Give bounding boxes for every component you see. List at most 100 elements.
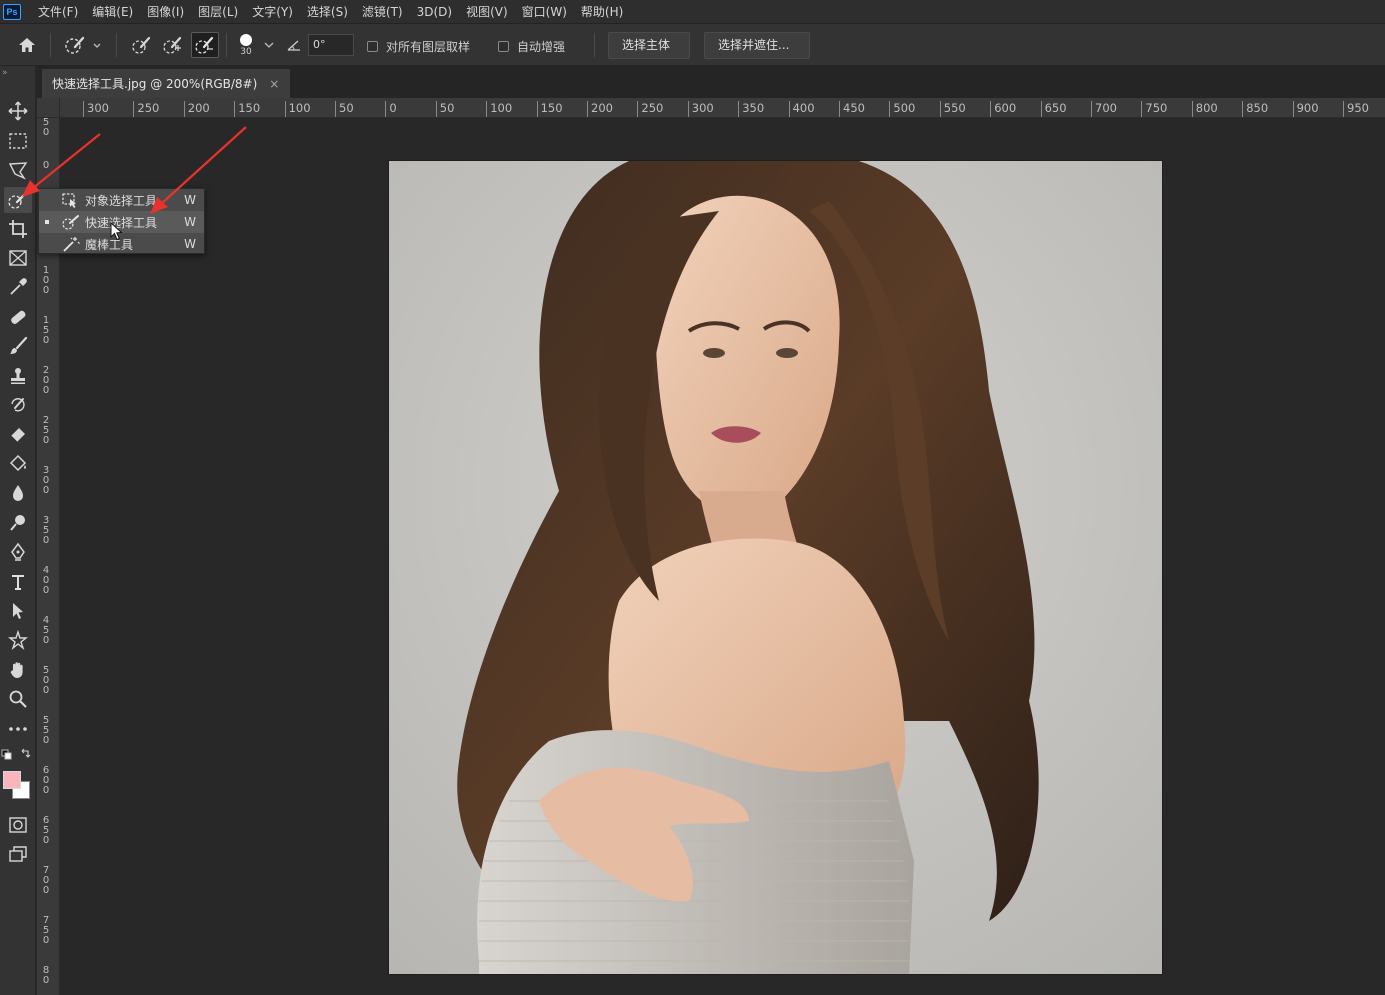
menu-filter[interactable]: 滤镜(T): [355, 0, 410, 24]
lasso-tool[interactable]: [4, 157, 32, 183]
quick-mask-button[interactable]: [4, 812, 32, 838]
frame-icon: [9, 250, 27, 266]
brush-size-value: 30: [240, 46, 252, 57]
select-subject-button[interactable]: 选择主体: [608, 32, 690, 59]
menu-edit[interactable]: 编辑(E): [85, 0, 140, 24]
collapse-toolbar-icon[interactable]: »: [2, 68, 8, 78]
move-tool[interactable]: [4, 98, 32, 124]
ruler-tick-label: 100: [486, 101, 512, 117]
screen-mode-icon: [9, 846, 27, 862]
crop-icon: [9, 220, 27, 238]
ruler-tick-label: 550: [939, 101, 966, 117]
eyedropper-tool[interactable]: [4, 274, 32, 300]
hand-tool[interactable]: [4, 657, 32, 683]
ruler-tick-label: 8 0: [42, 965, 50, 986]
paint-bucket-tool[interactable]: [4, 451, 32, 477]
dodge-tool[interactable]: [4, 510, 32, 536]
crop-tool[interactable]: [4, 216, 32, 242]
subtract-from-selection-button[interactable]: [191, 32, 219, 58]
custom-shape-tool[interactable]: [4, 627, 32, 653]
ruler-tick-label: 5 0: [42, 118, 50, 138]
flyout-object-selection-tool[interactable]: 对象选择工具 W: [39, 189, 204, 211]
menu-bar: Ps 文件(F) 编辑(E) 图像(I) 图层(L) 文字(Y) 选择(S) 滤…: [0, 0, 1385, 24]
separator: [594, 33, 595, 57]
default-swap-colors-icon: [1, 748, 31, 760]
menu-layer[interactable]: 图层(L): [191, 0, 245, 24]
ruler-tick-label: 150: [234, 101, 260, 117]
paint-bucket-icon: [9, 454, 27, 472]
menu-3d[interactable]: 3D(D): [410, 0, 459, 24]
pen-tool[interactable]: [4, 539, 32, 565]
tool-preset-picker[interactable]: [60, 32, 106, 58]
ruler-tick-label: 650: [1040, 101, 1067, 117]
quick-selection-preset-icon: [65, 36, 101, 54]
menu-view[interactable]: 视图(V): [459, 0, 515, 24]
eraser-tool[interactable]: [4, 421, 32, 447]
foreground-color-swatch[interactable]: [3, 771, 21, 789]
ruler-tick-label: 2 0 0: [42, 365, 50, 396]
ruler-tick-label: 200: [587, 101, 613, 117]
ruler-tick-label: 3 5 0: [42, 515, 50, 546]
add-to-selection-button[interactable]: [159, 32, 187, 58]
quick-mask-icon: [9, 817, 27, 833]
flyout-item-label: 魔棒工具: [85, 237, 134, 252]
polygonal-lasso-icon: [8, 162, 28, 180]
marquee-tool[interactable]: [4, 128, 32, 154]
frame-tool[interactable]: [4, 245, 32, 271]
edit-toolbar-button[interactable]: [4, 716, 32, 742]
menu-window[interactable]: 窗口(W): [515, 0, 574, 24]
brush-tool[interactable]: [4, 333, 32, 359]
ruler-tick-label: 50: [335, 101, 354, 117]
menu-type[interactable]: 文字(Y): [245, 0, 300, 24]
ruler-tick-label: 850: [1242, 101, 1268, 117]
hand-icon: [10, 662, 23, 678]
screen-mode-button[interactable]: [4, 841, 32, 867]
select-and-mask-button[interactable]: 选择并遮住...: [704, 32, 810, 59]
angle-input[interactable]: 0°: [308, 34, 354, 56]
quick-selection-tool[interactable]: [4, 187, 32, 213]
blur-tool[interactable]: [4, 480, 32, 506]
portrait-photo: [389, 161, 1162, 974]
menu-image[interactable]: 图像(I): [140, 0, 191, 24]
ruler-tick-label: 800: [1191, 101, 1218, 117]
flyout-item-shortcut: W: [184, 215, 196, 229]
selected-indicator: [45, 220, 49, 224]
ruler-tick-label: 2 5 0: [42, 415, 50, 446]
swap-colors-controls[interactable]: [0, 746, 36, 764]
document-tab[interactable]: 快速选择工具.jpg @ 200%(RGB/8#) ×: [42, 69, 290, 98]
type-tool[interactable]: [4, 569, 32, 595]
horizontal-ruler[interactable]: 300 250 200 150 100 50 0 50 100 150 200 250 300 350 40…: [60, 98, 1385, 118]
sample-all-layers-checkbox[interactable]: 对所有图层取样: [367, 38, 470, 55]
menu-file[interactable]: 文件(F): [31, 0, 85, 24]
separator: [116, 33, 117, 57]
home-icon[interactable]: [14, 32, 40, 58]
move-icon: [8, 101, 28, 121]
close-icon[interactable]: ×: [269, 77, 279, 91]
more-icon: [9, 727, 27, 731]
quick-selection-icon: [61, 214, 81, 233]
clone-stamp-tool[interactable]: [4, 363, 32, 389]
ruler-tick-label: 900: [1292, 101, 1319, 117]
arrow-pointer-icon: [13, 603, 23, 619]
brush-size-picker[interactable]: 30: [234, 28, 258, 62]
rectangular-marquee-icon: [9, 133, 27, 149]
chevron-down-icon[interactable]: [262, 32, 276, 58]
brush-icon: [10, 336, 28, 354]
auto-enhance-checkbox[interactable]: 自动增强: [498, 38, 565, 55]
ruler-tick-label: 300: [83, 101, 109, 117]
toolbar: »: [0, 66, 36, 995]
ruler-tick-label: 6 5 0: [42, 815, 50, 846]
new-selection-button[interactable]: [128, 32, 156, 58]
checkbox-box[interactable]: [367, 41, 378, 52]
path-selection-tool[interactable]: [4, 598, 32, 624]
flyout-item-shortcut: W: [184, 193, 196, 207]
ruler-tick-label: 0: [42, 160, 50, 171]
history-brush-tool[interactable]: [4, 392, 32, 418]
ruler-origin[interactable]: [37, 98, 60, 118]
checkbox-box[interactable]: [498, 41, 509, 52]
document-canvas-image[interactable]: [388, 160, 1163, 975]
menu-select[interactable]: 选择(S): [300, 0, 355, 24]
zoom-tool[interactable]: [4, 686, 32, 712]
healing-brush-tool[interactable]: [4, 304, 32, 330]
menu-help[interactable]: 帮助(H): [574, 0, 630, 24]
